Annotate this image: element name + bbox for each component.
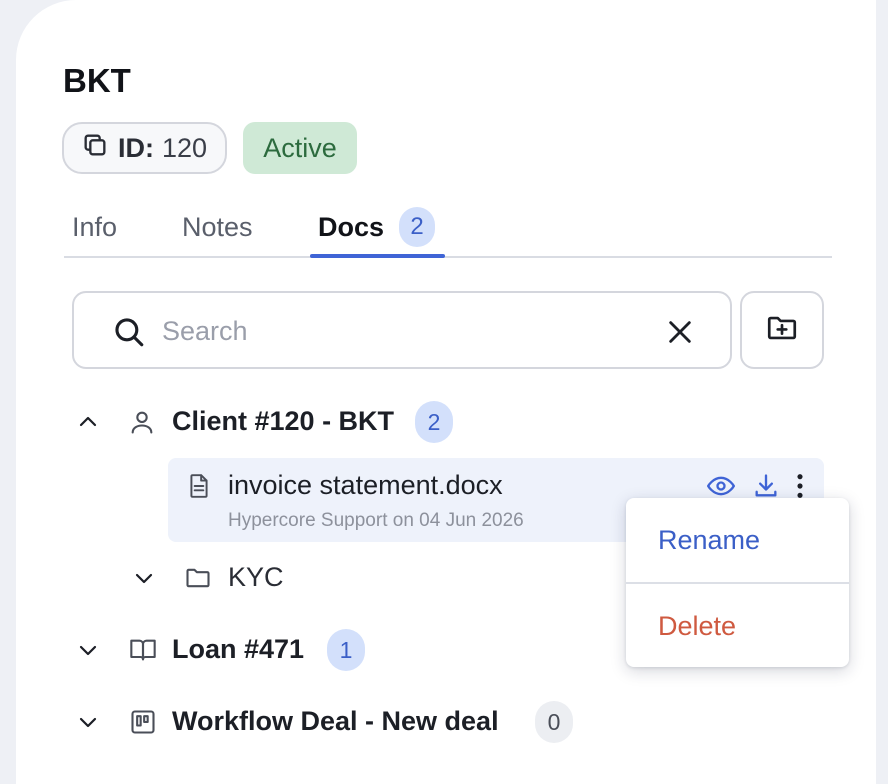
id-label: ID: [118,132,154,163]
chevron-down-icon[interactable] [132,566,156,595]
client-count-badge: 2 [415,401,453,443]
tree-node-kyc[interactable]: KYC [228,562,284,593]
chevron-up-icon[interactable] [76,410,100,439]
chevron-down-icon[interactable] [76,710,100,739]
new-folder-button[interactable] [740,291,824,369]
context-menu: Rename Delete [626,498,849,667]
copy-icon [81,131,118,166]
search-box [72,291,732,369]
tab-info[interactable]: Info [72,212,117,243]
tree-node-workflow[interactable]: Workflow Deal - New deal [172,706,499,737]
id-value: 120 [162,132,208,163]
tree-node-client[interactable]: Client #120 - BKT [172,406,394,437]
workflow-count-badge: 0 [535,701,573,743]
delete-menu-item[interactable]: Delete [626,584,849,667]
chevron-down-icon[interactable] [76,638,100,667]
tab-bar: Info Notes Docs 2 [64,202,832,258]
folder-plus-icon [765,311,799,350]
tree-node-loan[interactable]: Loan #471 [172,634,304,665]
rename-menu-item[interactable]: Rename [626,498,849,582]
board-icon [129,708,157,741]
folder-icon [183,564,213,597]
docs-count-badge: 2 [399,207,435,247]
search-icon [112,315,146,354]
page-title: BKT [63,62,131,99]
user-icon [128,408,156,441]
book-icon [128,636,158,669]
tab-docs[interactable]: Docs [318,212,384,243]
tab-notes[interactable]: Notes [182,212,253,243]
id-chip[interactable]: ID: 120 [62,122,227,174]
search-input[interactable] [162,311,642,351]
active-tab-indicator [310,254,445,258]
close-icon[interactable] [666,318,694,351]
loan-count-badge: 1 [327,629,365,671]
file-meta: Hypercore Support on 04 Jun 2026 [228,510,524,531]
status-badge: Active [243,122,357,174]
document-icon [186,472,212,505]
file-name: invoice statement.docx [228,470,503,500]
